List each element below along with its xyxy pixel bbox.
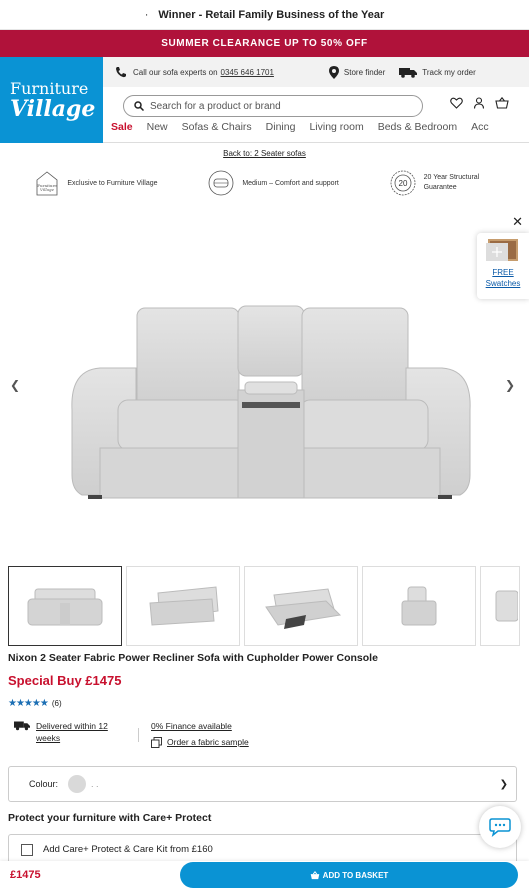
- care-title: Protect your furniture with Care+ Protec…: [8, 812, 212, 824]
- close-icon[interactable]: ✕: [512, 214, 523, 230]
- banner-bullet: ·: [144, 8, 149, 21]
- phone-link[interactable]: 0345 646 1701: [221, 68, 274, 77]
- location-pin-icon: [328, 65, 339, 79]
- banner-text: Winner - Retail Family Business of the Y…: [158, 8, 385, 21]
- nav-item-sofas-chairs[interactable]: Sofas & Chairs: [182, 121, 252, 139]
- nav-item-beds-bedroom[interactable]: Beds & Bedroom: [378, 121, 457, 139]
- thumbnail-4[interactable]: [362, 566, 476, 646]
- nav-item-dining[interactable]: Dining: [266, 121, 296, 139]
- cushion-comfort-icon: [208, 170, 234, 196]
- colour-swatch: [68, 775, 87, 793]
- feature-comfort-text: Medium – Comfort and support: [242, 179, 339, 187]
- order-sample-text[interactable]: Order a fabric sample: [167, 736, 249, 748]
- furniture-village-badge-icon: FurnitureVillage: [36, 171, 58, 196]
- feature-guarantee-text: 20 Year Structural Guarantee: [423, 174, 480, 191]
- utility-bar: Call our sofa experts on 0345 646 1701 S…: [103, 57, 529, 87]
- thumbnail-strip: [8, 566, 520, 646]
- care-checkbox[interactable]: [21, 844, 33, 856]
- sticky-price: £1475: [10, 869, 41, 881]
- store-finder-label[interactable]: Store finder: [344, 68, 385, 77]
- colour-label: Colour:: [29, 779, 59, 789]
- call-prefix: Call our: [133, 67, 161, 77]
- colour-value: . .: [91, 779, 99, 789]
- feature-guarantee: 20 20 Year Structural Guarantee: [390, 170, 494, 196]
- furniture-village-logo[interactable]: Furniture Village: [0, 57, 103, 143]
- sale-strip-text[interactable]: SUMMER CLEARANCE UP TO 50% OFF: [161, 38, 368, 49]
- breadcrumb: Back to: 2 Seater sofas: [0, 149, 529, 158]
- product-price: Special Buy £1475: [8, 673, 122, 688]
- delivery-text[interactable]: Delivered within 12 weeks: [36, 720, 126, 748]
- site-header: Furniture Village Call our sofa experts …: [0, 57, 529, 143]
- basket-icon[interactable]: [495, 97, 509, 109]
- sale-strip[interactable]: SUMMER CLEARANCE UP TO 50% OFF: [0, 30, 529, 57]
- chevron-right-icon: ❯: [499, 778, 508, 790]
- call-experts: sofa experts: [162, 67, 207, 77]
- search-placeholder: Search for a product or brand: [150, 100, 281, 112]
- nav-item-sale[interactable]: Sale: [111, 121, 133, 139]
- track-order-label[interactable]: Track my order: [422, 68, 476, 77]
- colour-selector[interactable]: Colour: . . ❯: [8, 766, 517, 802]
- call-on: on: [208, 67, 218, 77]
- feature-exclusive: Furniture Village Exclusive to Furniture …: [35, 170, 158, 196]
- product-rating[interactable]: ★★★★★ (6): [8, 698, 62, 709]
- search-input[interactable]: Search for a product or brand: [123, 95, 423, 117]
- chat-button[interactable]: [479, 806, 521, 848]
- guarantee-20-icon: 20: [390, 170, 415, 196]
- nav-item-new[interactable]: New: [147, 121, 168, 139]
- wishlist-heart-icon[interactable]: [450, 97, 463, 109]
- divider: [138, 728, 139, 742]
- search-icon: [134, 101, 144, 111]
- call-info: Call our sofa experts on 0345 646 1701: [115, 66, 274, 78]
- rating-stars: ★★★★★: [8, 698, 49, 709]
- product-hero-image: [71, 305, 471, 499]
- header-icons: [450, 97, 509, 109]
- delivery-estimate[interactable]: Delivered within 12 weeks: [14, 720, 138, 748]
- logo-line2: Village: [10, 96, 96, 122]
- top-banner: · Winner - Retail Family Business of the…: [0, 0, 529, 30]
- guarantee-badge-number: 20: [398, 179, 407, 188]
- finance-sample-links: 0% Finance available Order a fabric samp…: [151, 720, 249, 748]
- product-title: Nixon 2 Seater Fabric Power Recliner Sof…: [8, 652, 378, 664]
- carousel-prev-icon[interactable]: ❮: [10, 378, 20, 392]
- feature-strip: Furniture Village Exclusive to Furniture …: [10, 168, 519, 198]
- account-user-icon[interactable]: [473, 97, 485, 109]
- main-nav: Sale New Sofas & Chairs Dining Living ro…: [111, 121, 529, 139]
- add-to-basket-button[interactable]: ADD TO BASKET: [180, 862, 518, 888]
- feature-comfort: Medium – Comfort and support: [208, 170, 339, 196]
- nav-item-living-room[interactable]: Living room: [309, 121, 363, 139]
- review-count[interactable]: (6): [52, 699, 62, 708]
- thumbnail-3[interactable]: [244, 566, 358, 646]
- feature-exclusive-text: Exclusive to Furniture Village: [67, 179, 158, 187]
- care-option-text: Add Care+ Protect & Care Kit from £160: [43, 844, 213, 855]
- thumbnail-5[interactable]: [480, 566, 520, 646]
- thumbnail-2[interactable]: [126, 566, 240, 646]
- finance-link[interactable]: 0% Finance available: [151, 720, 249, 732]
- order-sample-link[interactable]: Order a fabric sample: [151, 736, 249, 748]
- chat-bubble-icon: [489, 818, 511, 837]
- phone-icon: [116, 67, 126, 78]
- back-link[interactable]: Back to: 2 Seater sofas: [223, 149, 306, 158]
- delivery-truck-icon: [399, 67, 418, 78]
- store-finder-link[interactable]: Store finder: [328, 65, 385, 79]
- add-to-basket-label: ADD TO BASKET: [322, 870, 389, 880]
- carousel-next-icon[interactable]: ❯: [505, 378, 515, 392]
- delivery-info: Delivered within 12 weeks 0% Finance ava…: [14, 720, 249, 748]
- thumbnail-1[interactable]: [8, 566, 122, 646]
- svg-text:Village: Village: [40, 187, 55, 192]
- track-order-link[interactable]: Track my order: [399, 67, 476, 78]
- fabric-sample-icon: [151, 736, 162, 748]
- delivery-truck-icon: [14, 721, 30, 731]
- sticky-basket-bar: £1475 ADD TO BASKET: [0, 861, 529, 889]
- nav-item-accessories[interactable]: Acc: [471, 121, 489, 139]
- basket-icon: [310, 870, 319, 879]
